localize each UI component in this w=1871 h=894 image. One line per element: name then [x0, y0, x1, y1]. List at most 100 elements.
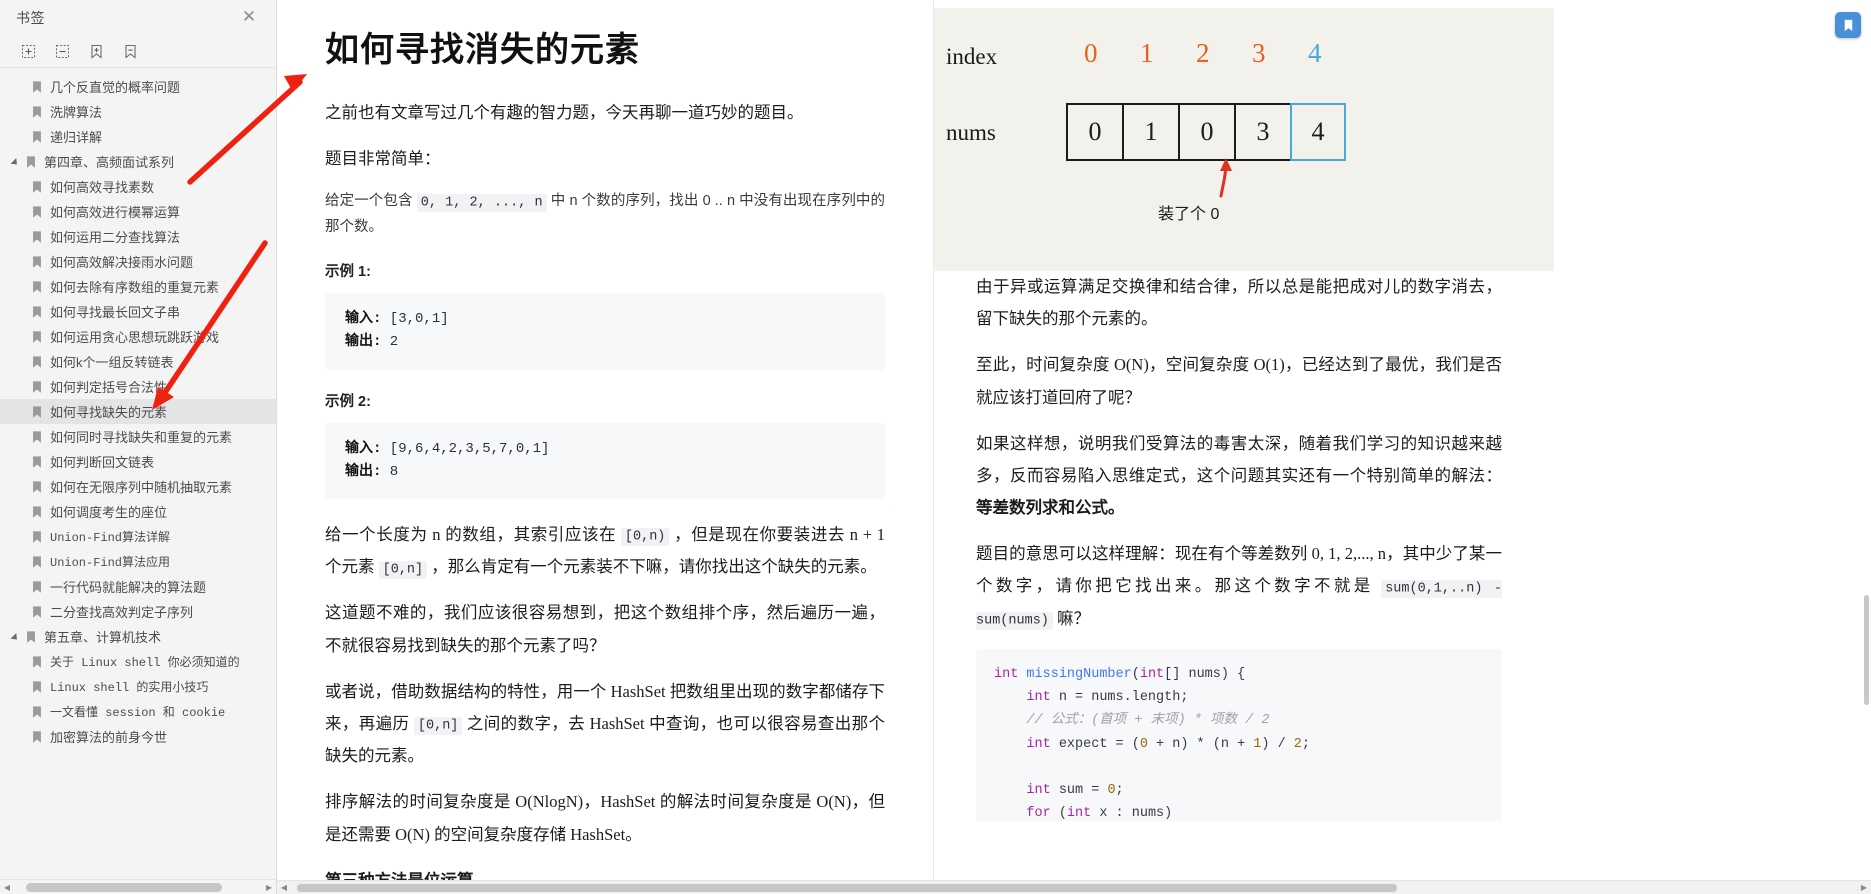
paragraph-xor: 由于异或运算满足交换律和结合律，所以总是能把成对儿的数字消去，留下缺失的那个元素…	[976, 277, 1502, 329]
bookmark-item-8[interactable]: 如何去除有序数组的重复元素	[0, 274, 276, 299]
bookmark-icon	[27, 630, 35, 643]
chevron-down-icon[interactable]	[12, 631, 23, 642]
close-icon[interactable]: ✕	[240, 9, 258, 27]
paragraph-range: 给一个长度为 n 的数组，其索引应该在 [0,n) ，但是现在你要装进去 n +…	[325, 519, 885, 584]
bookmark-list[interactable]: 几个反直觉的概率问题 洗牌算法 递归详解 第四章、高频面试系列 如何高效寻找素数 如何高效…	[0, 68, 276, 879]
bookmark-label: Union-Find算法应用	[50, 556, 171, 570]
bookmark-icon	[33, 705, 41, 718]
expand-all-icon[interactable]	[18, 42, 38, 62]
sidebar-toolbar	[0, 36, 276, 68]
bookmark-sidebar: 书签 ✕ 几个反直觉的概率问题 洗牌算法 递归详解 第四章、高频面试系列 如何高…	[0, 0, 277, 894]
bookmark-item-18[interactable]: Union-Find算法详解	[0, 524, 276, 549]
viewer-vertical-scrollbar[interactable]	[1862, 0, 1871, 894]
bookmark-group-22[interactable]: 第五章、计算机技术	[0, 624, 276, 649]
figure-index-label: index	[946, 44, 998, 69]
viewer-horizontal-scrollbar[interactable]: ◀ ▶	[277, 880, 1871, 894]
bookmark-item-9[interactable]: 如何寻找最长回文子串	[0, 299, 276, 324]
bookmark-item-2[interactable]: 递归详解	[0, 124, 276, 149]
code-line-1: int n = nums.length;	[1026, 690, 1189, 706]
collapse-all-icon[interactable]	[52, 42, 72, 62]
bookmark-icon	[33, 580, 41, 593]
document-page-right: index nums 01234 01034 装了个 0 由于异或运算满足交换律…	[934, 0, 1554, 894]
bookmark-icon	[33, 230, 41, 243]
bookmark-add-icon	[1844, 19, 1852, 31]
bookmark-label: 几个反直觉的概率问题	[50, 80, 181, 95]
paragraph-hashset: 或者说，借助数据结构的特性，用一个 HashSet 把数组里出现的数字都储存下来…	[325, 676, 885, 773]
bookmark-label: Linux shell 的实用小技巧	[50, 681, 209, 695]
figure-content: index nums 01234 01034 装了个 0	[934, 8, 1554, 271]
bookmark-label: 如何寻找最长回文子串	[50, 305, 181, 320]
bookmark-label: 如何同时寻找缺失和重复的元素	[50, 430, 233, 445]
example1-output-label: 输出:	[345, 334, 382, 351]
bookmark-icon	[33, 430, 41, 443]
bookmark-item-4[interactable]: 如何高效寻找素数	[0, 174, 276, 199]
figure-array-cell-3: 3	[1234, 103, 1290, 161]
bookmark-item-7[interactable]: 如何高效解决接雨水问题	[0, 249, 276, 274]
bookmark-icon	[33, 105, 41, 118]
example1-input-value: [3,0,1]	[381, 311, 449, 328]
bookmark-label: 第四章、高频面试系列	[44, 155, 175, 170]
bookmark-item-1[interactable]: 洗牌算法	[0, 99, 276, 124]
bookmark-item-19[interactable]: Union-Find算法应用	[0, 549, 276, 574]
bookmark-icon	[33, 455, 41, 468]
viewer-scroll-right-icon[interactable]: ▶	[1857, 883, 1871, 892]
bookmark-icon	[33, 205, 41, 218]
bookmark-item-11[interactable]: 如何k个一组反转链表	[0, 349, 276, 374]
bookmark-label: 如何调度考生的座位	[50, 505, 168, 520]
remove-bookmark-icon[interactable]	[120, 42, 140, 62]
bookmark-item-0[interactable]: 几个反直觉的概率问题	[0, 74, 276, 99]
example2-output-label: 输出:	[345, 463, 382, 480]
bookmark-item-12[interactable]: 如何判定括号合法性	[0, 374, 276, 399]
bookmark-item-13[interactable]: 如何寻找缺失的元素	[0, 399, 276, 424]
bookmark-icon	[33, 555, 41, 568]
paragraph-intro: 之前也有文章写过几个有趣的智力题，今天再聊一道巧妙的题目。	[325, 103, 804, 122]
viewer-vertical-scroll-thumb[interactable]	[1864, 595, 1869, 705]
bookmark-item-21[interactable]: 二分查找高效判定子序列	[0, 599, 276, 624]
bookmark-item-10[interactable]: 如何运用贪心思想玩跳跃游戏	[0, 324, 276, 349]
bookmark-add-floating-button[interactable]	[1835, 12, 1861, 38]
bookmark-item-15[interactable]: 如何判断回文链表	[0, 449, 276, 474]
figure-array-cell-4: 4	[1290, 103, 1346, 161]
code-line-3: int expect = (0 + n) * (n + 1) / 2;	[1026, 736, 1311, 752]
scroll-thumb[interactable]	[26, 882, 222, 892]
document-page-left: 如何寻找消失的元素 之前也有文章写过几个有趣的智力题，今天再聊一道巧妙的题目。 …	[277, 0, 934, 894]
page-title: 如何寻找消失的元素	[325, 32, 640, 69]
bookmark-item-23[interactable]: 关于 Linux shell 你必须知道的	[0, 649, 276, 674]
bookmark-item-16[interactable]: 如何在无限序列中随机抽取元素	[0, 474, 276, 499]
bookmark-item-17[interactable]: 如何调度考生的座位	[0, 499, 276, 524]
bookmark-label: 如何寻找缺失的元素	[50, 405, 168, 420]
bookmark-item-20[interactable]: 一行代码就能解决的算法题	[0, 574, 276, 599]
example2-input-label: 输入:	[345, 440, 382, 457]
code-line-2: // 公式：(首项 + 末项) * 项数 / 2	[994, 713, 1270, 729]
add-bookmark-icon[interactable]	[86, 42, 106, 62]
chevron-down-icon[interactable]	[12, 156, 23, 167]
bookmark-item-24[interactable]: Linux shell 的实用小技巧	[0, 674, 276, 699]
scroll-right-icon[interactable]: ▶	[262, 883, 276, 892]
figure-array-cell-0: 0	[1066, 103, 1122, 161]
figure-index-value-3: 3	[1252, 38, 1266, 68]
bookmark-item-26[interactable]: 加密算法的前身今世	[0, 724, 276, 749]
bookmark-item-6[interactable]: 如何运用二分查找算法	[0, 224, 276, 249]
example1-label: 示例 1:	[325, 264, 371, 281]
bookmark-label: 递归详解	[50, 130, 103, 145]
bookmark-icon	[33, 305, 41, 318]
bookmark-item-14[interactable]: 如何同时寻找缺失和重复的元素	[0, 424, 276, 449]
bookmark-item-5[interactable]: 如何高效进行模幂运算	[0, 199, 276, 224]
sidebar-horizontal-scrollbar[interactable]: ◀ ▶	[0, 879, 276, 894]
figure-index-value-2: 2	[1196, 38, 1210, 68]
example2-output-value: 8	[381, 463, 399, 480]
scroll-left-icon[interactable]: ◀	[0, 883, 14, 892]
right-page-body: 由于异或运算满足交换律和结合律，所以总是能把成对儿的数字消去，留下缺失的那个元素…	[934, 271, 1554, 821]
viewer-scroll-track[interactable]	[291, 881, 1857, 894]
meaning-text-b: 嘛？	[1052, 608, 1091, 628]
viewer-scroll-thumb[interactable]	[297, 883, 1397, 892]
bookmark-icon	[33, 680, 41, 693]
bookmark-group-3[interactable]: 第四章、高频面试系列	[0, 149, 276, 174]
viewer-scroll-left-icon[interactable]: ◀	[277, 883, 291, 892]
example1-codeblock: 输入: [3,0,1] 输出: 2	[325, 293, 885, 370]
bookmark-icon	[33, 730, 41, 743]
scroll-track[interactable]	[14, 880, 262, 894]
figure-array-cells: 01034	[1066, 103, 1346, 161]
bookmark-label: 如何高效解决接雨水问题	[50, 255, 194, 270]
bookmark-item-25[interactable]: 一文看懂 session 和 cookie	[0, 699, 276, 724]
